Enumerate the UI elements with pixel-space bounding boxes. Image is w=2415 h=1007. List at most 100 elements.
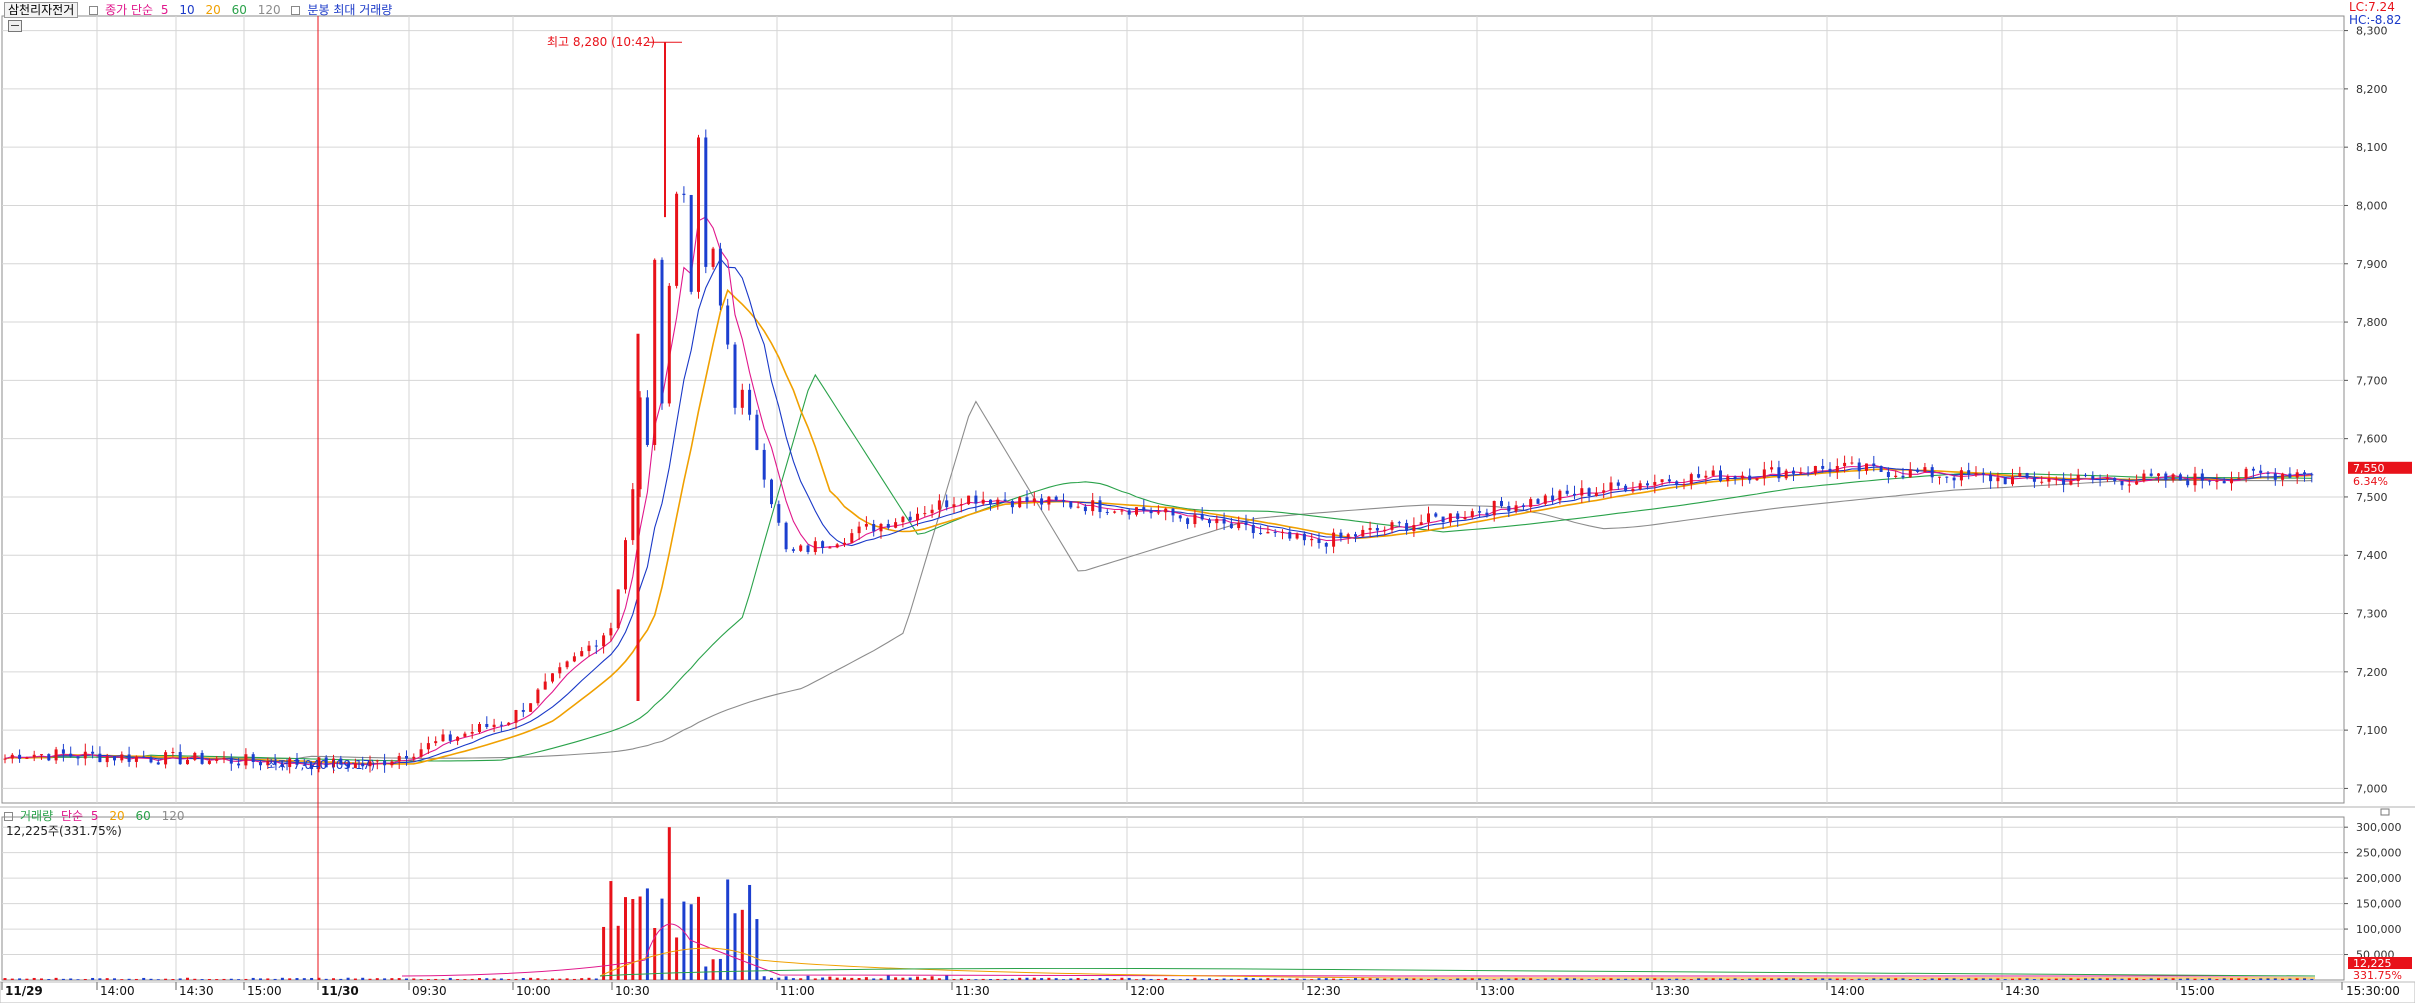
candle-body — [1799, 472, 1803, 474]
price-legend-title[interactable]: 삼천리자전거 — [4, 2, 79, 18]
candle-body — [2003, 477, 2007, 485]
volume-bar — [2149, 978, 2153, 980]
candle-body — [251, 754, 255, 763]
volume-bar — [1120, 977, 1124, 980]
time-tick-label: 14:00 — [1830, 984, 1865, 998]
candle-body — [2288, 473, 2292, 478]
legend-ma-group[interactable]: 종가 단순 — [105, 3, 153, 17]
candle-body — [602, 635, 606, 647]
legend-ma-box[interactable] — [89, 6, 99, 15]
volume-bar — [1879, 978, 1883, 980]
volume-bar — [521, 978, 525, 980]
candle-body — [806, 545, 810, 553]
legend-ma120[interactable]: 120 — [258, 3, 281, 17]
candle-body — [864, 523, 868, 527]
price-legend: 삼천리자전거 종가 단순 5 10 20 60 120 분봉 최대 거래량 — [4, 1, 399, 18]
candle-body — [558, 667, 562, 674]
volume-bar — [989, 979, 992, 980]
volume-bar — [1762, 978, 1766, 980]
volume-bar — [1105, 978, 1109, 980]
candle-body — [2142, 473, 2146, 482]
candle-body — [1843, 462, 1847, 467]
volume-bar — [2135, 978, 2139, 980]
candle-body — [959, 504, 963, 506]
candle-body — [1908, 469, 1912, 478]
volume-legend-ma120[interactable]: 120 — [162, 809, 185, 823]
candle-body — [2032, 477, 2036, 482]
volume-bar — [864, 977, 868, 980]
candle-body — [171, 752, 175, 754]
candle-body — [1244, 522, 1248, 525]
volume-bar — [1412, 978, 1416, 980]
legend-ma60[interactable]: 60 — [232, 3, 247, 17]
candle-body — [2062, 478, 2066, 485]
volume-bar — [222, 978, 226, 980]
candle-body — [3, 758, 7, 760]
candle-body — [1886, 471, 1890, 478]
volume-bar — [280, 977, 284, 980]
volume-bar — [171, 979, 175, 980]
candle-body — [1485, 512, 1489, 516]
volume-bar — [1288, 978, 1292, 980]
volume-legend-group[interactable]: 단순 — [61, 809, 83, 823]
volume-bar — [405, 978, 408, 980]
volume-bar — [529, 977, 533, 980]
candle-body — [2157, 473, 2160, 476]
candle-body — [1164, 508, 1168, 513]
chart-svg[interactable]: 7,000 7,100 7,200 7,300 7,400 7,500 7,600 7,700… — [0, 0, 2415, 1004]
volume-bar — [441, 979, 445, 980]
legend-extra[interactable]: 분봉 최대 거래량 — [307, 3, 392, 17]
candle-body — [2237, 478, 2241, 480]
candle-body — [850, 533, 854, 543]
candle-body — [1069, 501, 1073, 508]
volume-bar — [2171, 978, 2175, 980]
volume-bar — [2142, 979, 2146, 980]
volume-bar — [945, 975, 949, 980]
volume-bar — [2237, 978, 2241, 980]
volume-legend-ma60[interactable]: 60 — [135, 809, 150, 823]
candle-body — [1237, 522, 1241, 529]
candle-body — [54, 749, 58, 761]
volume-bar — [1682, 978, 1686, 980]
candle-body — [2076, 474, 2080, 481]
volume-bar — [624, 897, 627, 980]
candle-body — [631, 489, 635, 541]
candle-body — [667, 285, 671, 404]
candle-body — [660, 259, 664, 404]
candle-body — [1040, 498, 1044, 505]
candle-body — [2084, 474, 2087, 477]
volume-bar — [1361, 978, 1365, 980]
volume-bar — [1434, 978, 1438, 980]
volume-bar — [1974, 978, 1978, 980]
volume-legend-box[interactable] — [4, 812, 13, 821]
volume-bar — [594, 978, 598, 980]
candle-body — [916, 513, 919, 521]
price-tick-label: 7,800 — [2356, 316, 2388, 329]
candle-body — [1310, 538, 1314, 541]
volume-legend-title[interactable]: 거래량 — [20, 809, 53, 823]
volume-legend-ma5[interactable]: 5 — [91, 809, 99, 823]
volume-bar — [448, 977, 452, 980]
candle-body — [1142, 507, 1146, 511]
low-annotation: 최저 7,040 (09:17) — [267, 758, 375, 772]
candle-body — [1390, 522, 1394, 530]
volume-bar — [288, 978, 292, 980]
time-tick-label: 15:00 — [247, 984, 282, 998]
legend-ma10[interactable]: 10 — [179, 3, 194, 17]
price-tick-label: 7,500 — [2356, 491, 2388, 504]
volume-tick-label: 300,000 — [2356, 821, 2402, 834]
candle-body — [1580, 488, 1584, 496]
legend-extra-box[interactable] — [291, 6, 301, 15]
legend-ma5[interactable]: 5 — [161, 3, 169, 17]
candle-body — [551, 673, 554, 682]
legend-ma20[interactable]: 20 — [205, 3, 220, 17]
volume-bar — [879, 978, 883, 980]
volume-bar — [1062, 979, 1065, 980]
candle-body — [879, 524, 883, 532]
candle-body — [2098, 479, 2102, 481]
annotation-layer: 최고 8,280 (10:42) 최저 7,040 (09:17) 7,5506.3… — [267, 35, 2412, 982]
candle-body — [587, 645, 591, 652]
minimize-icon[interactable] — [8, 20, 22, 32]
volume-legend-ma20[interactable]: 20 — [109, 809, 124, 823]
candle-body — [25, 757, 29, 759]
